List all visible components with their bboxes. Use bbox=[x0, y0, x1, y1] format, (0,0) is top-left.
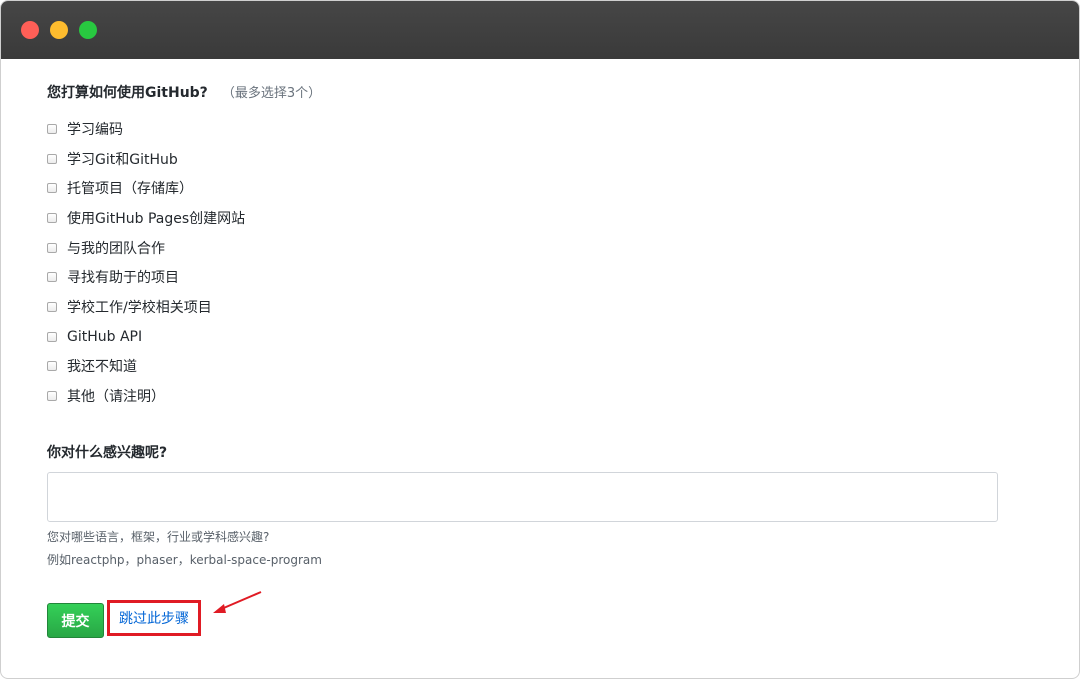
annotation-arrow-icon bbox=[213, 591, 262, 613]
usage-option[interactable]: 学习Git和GitHub bbox=[47, 144, 245, 174]
checkbox[interactable] bbox=[47, 183, 57, 194]
interest-input[interactable] bbox=[47, 472, 998, 522]
checkbox[interactable] bbox=[47, 242, 57, 253]
usage-option[interactable]: 我还不知道 bbox=[47, 352, 245, 382]
interest-example: 例如reactphp，phaser，kerbal-space-program bbox=[47, 553, 322, 567]
minimize-window-button[interactable] bbox=[50, 21, 68, 39]
usage-option-label: 我还不知道 bbox=[67, 359, 137, 376]
checkbox[interactable] bbox=[47, 272, 57, 283]
skip-highlight-box: 跳过此步骤 bbox=[107, 600, 201, 636]
usage-option[interactable]: 使用GitHub Pages创建网站 bbox=[47, 203, 245, 233]
survey-form: 您打算如何使用GitHub? （最多选择3个） 学习编码 学习Git和GitHub… bbox=[47, 59, 1079, 678]
usage-option[interactable]: 与我的团队合作 bbox=[47, 233, 245, 263]
usage-question-heading: 您打算如何使用GitHub? （最多选择3个） bbox=[47, 82, 321, 102]
usage-option-label: 其他（请注明） bbox=[67, 389, 165, 406]
usage-option[interactable]: 其他（请注明） bbox=[47, 381, 245, 411]
checkbox[interactable] bbox=[47, 331, 57, 342]
usage-option-label: 寻找有助于的项目 bbox=[67, 270, 179, 287]
browser-window: 您打算如何使用GitHub? （最多选择3个） 学习编码 学习Git和GitHub… bbox=[0, 0, 1080, 679]
usage-option[interactable]: GitHub API bbox=[47, 322, 245, 352]
usage-option-label: 托管项目（存储库） bbox=[67, 181, 193, 198]
interest-question-title: 你对什么感兴趣呢? bbox=[47, 445, 168, 461]
usage-option[interactable]: 学习编码 bbox=[47, 114, 245, 144]
usage-options-list: 学习编码 学习Git和GitHub 托管项目（存储库） 使用GitHub Pag… bbox=[47, 114, 245, 411]
interest-hint: 您对哪些语言，框架，行业或学科感兴趣? bbox=[47, 530, 270, 544]
usage-option[interactable]: 托管项目（存储库） bbox=[47, 173, 245, 203]
maximize-window-button[interactable] bbox=[79, 21, 97, 39]
submit-button[interactable]: 提交 bbox=[47, 603, 104, 638]
checkbox[interactable] bbox=[47, 391, 57, 402]
checkbox[interactable] bbox=[47, 123, 57, 134]
usage-option-label: 与我的团队合作 bbox=[67, 240, 165, 257]
checkbox[interactable] bbox=[47, 361, 57, 372]
usage-option[interactable]: 寻找有助于的项目 bbox=[47, 262, 245, 292]
checkbox[interactable] bbox=[47, 212, 57, 223]
usage-option-label: 学习Git和GitHub bbox=[67, 151, 178, 168]
checkbox[interactable] bbox=[47, 301, 57, 312]
usage-option-label: 学校工作/学校相关项目 bbox=[67, 299, 212, 316]
checkbox[interactable] bbox=[47, 153, 57, 164]
close-window-button[interactable] bbox=[21, 21, 39, 39]
usage-question-note: （最多选择3个） bbox=[221, 86, 322, 101]
usage-question-title: 您打算如何使用GitHub? bbox=[47, 85, 208, 101]
usage-option-label: GitHub API bbox=[67, 328, 143, 345]
title-bar bbox=[1, 1, 1079, 59]
usage-option[interactable]: 学校工作/学校相关项目 bbox=[47, 292, 245, 322]
usage-option-label: 学习编码 bbox=[67, 121, 123, 138]
usage-option-label: 使用GitHub Pages创建网站 bbox=[67, 210, 246, 227]
skip-step-link[interactable]: 跳过此步骤 bbox=[119, 608, 189, 628]
